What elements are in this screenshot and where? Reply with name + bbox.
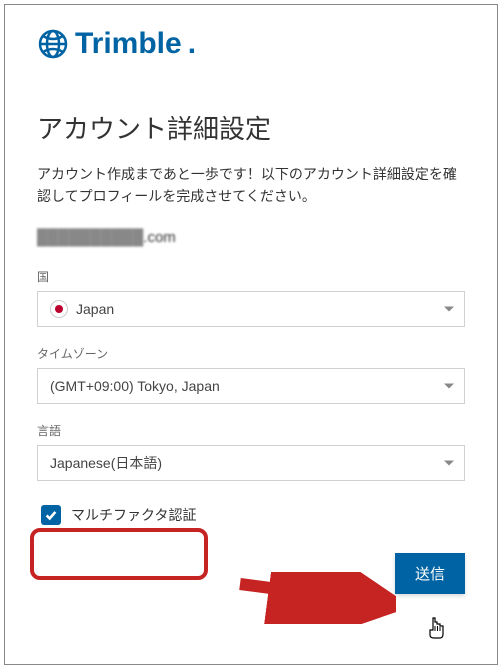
timezone-value: (GMT+09:00) Tokyo, Japan bbox=[50, 378, 220, 394]
timezone-field: タイムゾーン (GMT+09:00) Tokyo, Japan bbox=[37, 345, 465, 404]
page-title: アカウント詳細設定 bbox=[37, 109, 465, 146]
page-description: アカウント作成まであと一歩です！以下のアカウント詳細設定を確認してプロフィールを… bbox=[37, 164, 465, 207]
chevron-down-icon bbox=[444, 461, 454, 466]
language-value: Japanese(日本語) bbox=[50, 453, 162, 473]
brand-name: Trimble bbox=[75, 27, 182, 61]
timezone-select[interactable]: (GMT+09:00) Tokyo, Japan bbox=[37, 368, 465, 404]
mfa-checkbox[interactable] bbox=[41, 505, 61, 525]
checkmark-icon bbox=[44, 508, 58, 522]
chevron-down-icon bbox=[444, 384, 454, 389]
country-label: 国 bbox=[37, 268, 465, 285]
language-label: 言語 bbox=[37, 422, 465, 439]
country-field: 国 Japan bbox=[37, 268, 465, 327]
account-details-panel: Trimble. アカウント詳細設定 アカウント作成まであと一歩です！以下のアカ… bbox=[4, 4, 498, 665]
brand-dot: . bbox=[188, 27, 196, 61]
country-select[interactable]: Japan bbox=[37, 291, 465, 327]
brand-logo: Trimble. bbox=[37, 27, 465, 61]
submit-button[interactable]: 送信 bbox=[395, 553, 465, 594]
timezone-label: タイムゾーン bbox=[37, 345, 465, 362]
mfa-row: マルチファクタ認証 bbox=[37, 499, 465, 531]
chevron-down-icon bbox=[444, 307, 454, 312]
mfa-label: マルチファクタ認証 bbox=[71, 505, 196, 525]
email-masked: ██████████ bbox=[37, 229, 143, 246]
trimble-globe-icon bbox=[37, 28, 69, 60]
language-select[interactable]: Japanese(日本語) bbox=[37, 445, 465, 481]
email-suffix: .com bbox=[143, 229, 176, 246]
email-display: ██████████.com bbox=[37, 229, 465, 246]
country-value: Japan bbox=[76, 301, 114, 317]
button-row: 送信 bbox=[37, 553, 465, 594]
japan-flag-icon bbox=[50, 300, 68, 318]
language-field: 言語 Japanese(日本語) bbox=[37, 422, 465, 481]
